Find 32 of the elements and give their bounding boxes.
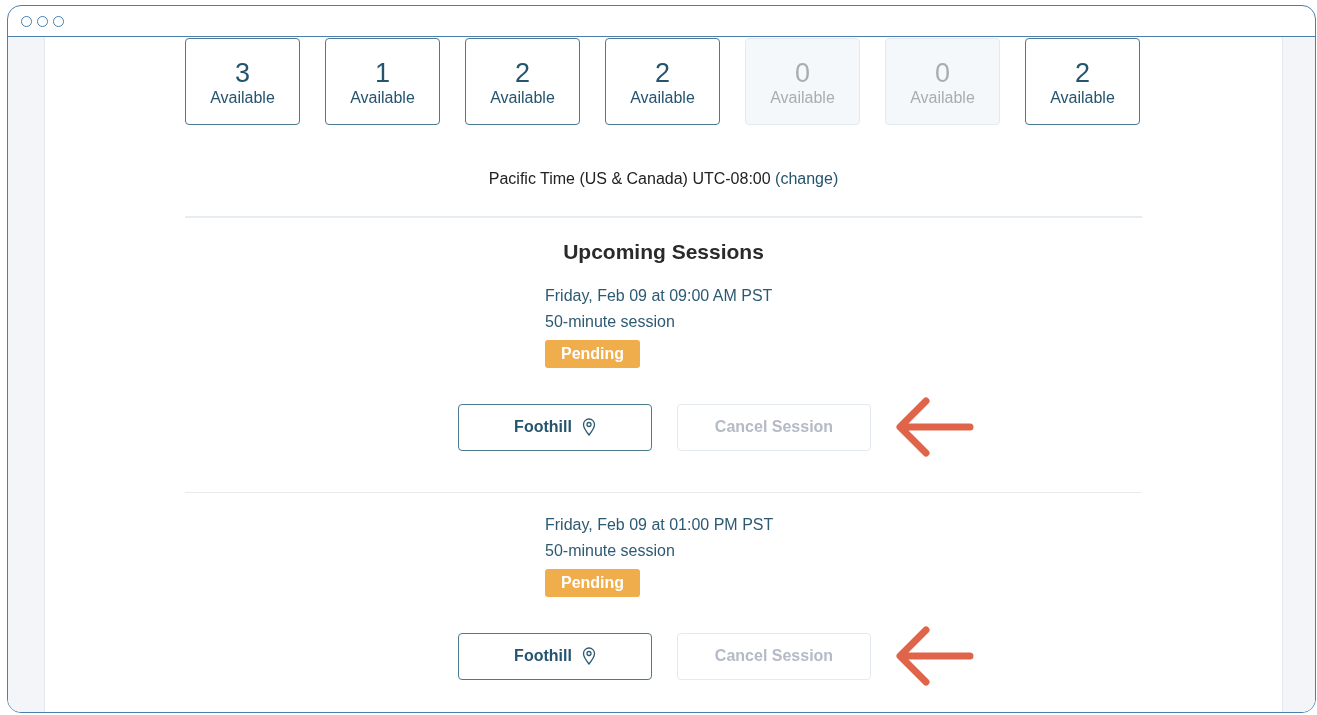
- available-count: 3: [235, 56, 250, 89]
- session-length: 50-minute session: [545, 541, 675, 561]
- location-button[interactable]: Foothill: [458, 403, 652, 451]
- availability-tile[interactable]: 2 Available: [465, 38, 580, 125]
- available-count: 0: [935, 56, 950, 89]
- session-datetime: Friday, Feb 09 at 09:00 AM PST: [545, 286, 773, 306]
- timezone-text: Pacific Time (US & Canada) UTC-08:00: [488, 170, 771, 187]
- session-length: 50-minute session: [545, 312, 675, 332]
- status-badge: Pending: [545, 569, 641, 597]
- location-pin-icon: [581, 418, 596, 436]
- change-link[interactable]: (change): [775, 170, 839, 187]
- available-label: Available: [210, 88, 275, 107]
- availability-tile[interactable]: 2 Available: [605, 38, 720, 125]
- available-count: 2: [515, 56, 530, 89]
- available-label: Available: [490, 88, 555, 107]
- location-button[interactable]: Foothill: [458, 632, 652, 680]
- available-count: 2: [1075, 56, 1090, 89]
- available-count: 1: [375, 56, 390, 89]
- session-datetime: Friday, Feb 09 at 01:00 PM PST: [545, 515, 774, 535]
- available-label: Available: [910, 88, 975, 107]
- available-count: 2: [655, 56, 670, 89]
- availability-tile[interactable]: 1 Available: [325, 38, 440, 125]
- section-heading: Upcoming Sessions: [562, 240, 765, 264]
- availability-tile[interactable]: 2 Available: [1025, 38, 1140, 125]
- location-pin-icon: [581, 647, 596, 665]
- available-label: Available: [770, 88, 835, 107]
- available-label: Available: [630, 88, 695, 107]
- available-count: 0: [795, 56, 810, 89]
- available-label: Available: [1050, 88, 1115, 107]
- availability-tile[interactable]: 3 Available: [185, 38, 300, 125]
- status-badge: Pending: [545, 340, 641, 368]
- available-label: Available: [350, 88, 415, 107]
